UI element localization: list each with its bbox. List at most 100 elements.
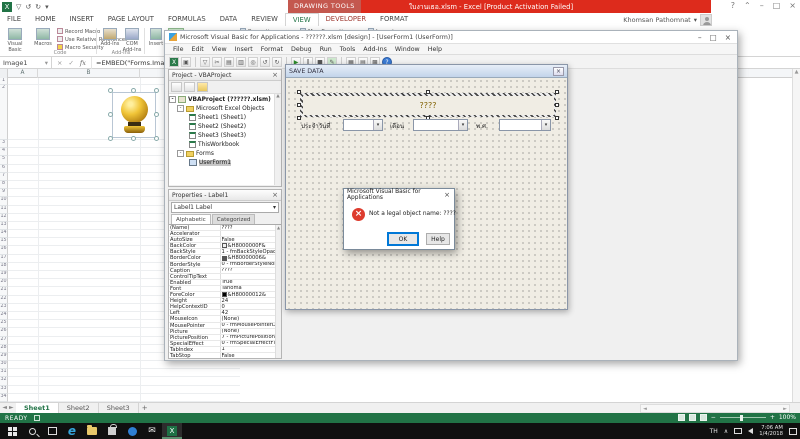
row-header[interactable]: 8: [0, 181, 8, 189]
grid-row[interactable]: [8, 386, 240, 394]
selection-handle[interactable]: [154, 136, 159, 141]
collapse-icon[interactable]: -: [169, 96, 176, 103]
row-header[interactable]: 1: [0, 78, 8, 85]
grid-row[interactable]: [8, 361, 240, 369]
tray-expand-icon[interactable]: ∧: [724, 428, 728, 435]
scroll-right-icon[interactable]: ►: [783, 405, 787, 412]
scroll-left-icon[interactable]: ◄: [643, 405, 647, 412]
find-icon[interactable]: ◎: [248, 57, 258, 67]
task-view-button[interactable]: [42, 423, 62, 439]
selection-handle[interactable]: [154, 88, 159, 93]
zoom-out-icon[interactable]: −: [711, 414, 716, 421]
row-header[interactable]: 21: [0, 287, 8, 295]
chevron-down-icon[interactable]: ▾: [541, 120, 550, 130]
speaker-icon[interactable]: [748, 428, 753, 434]
chevron-down-icon[interactable]: ▾: [373, 120, 382, 130]
selection-handle[interactable]: [555, 103, 559, 107]
tree-item-folder-forms[interactable]: - Forms: [169, 149, 281, 158]
dialog-titlebar[interactable]: Microsoft Visual Basic for Applications …: [344, 189, 454, 200]
vba-minimize-icon[interactable]: –: [698, 33, 702, 42]
combobox-year[interactable]: ▾: [499, 119, 551, 131]
combobox-month[interactable]: ▾: [413, 119, 468, 131]
horizontal-scrollbar[interactable]: ◄ ►: [640, 404, 790, 413]
ribbon-tab[interactable]: PAGE LAYOUT: [101, 13, 161, 26]
start-button[interactable]: [2, 423, 22, 439]
ribbon-tab[interactable]: INSERT: [63, 13, 101, 26]
row-header[interactable]: 16: [0, 246, 8, 254]
new-sheet-icon[interactable]: +: [139, 403, 151, 413]
row-header[interactable]: 12: [0, 214, 8, 222]
help-button[interactable]: Help: [426, 233, 450, 245]
label-date[interactable]: ประจำวันที่: [301, 121, 330, 131]
grid-row[interactable]: [8, 394, 240, 402]
namebox-dropdown-icon[interactable]: ▾: [45, 59, 48, 67]
row-header[interactable]: 24: [0, 312, 8, 320]
cancel-icon[interactable]: ×: [57, 59, 62, 67]
vba-menu-item[interactable]: Tools: [336, 46, 360, 53]
row-header[interactable]: 33: [0, 386, 8, 394]
close-icon[interactable]: ×: [444, 191, 451, 199]
ribbon-tab[interactable]: VIEW: [285, 13, 319, 26]
mail-button[interactable]: ✉: [142, 423, 162, 439]
selection-handle[interactable]: [108, 136, 113, 141]
row-header[interactable]: 22: [0, 296, 8, 304]
row-header[interactable]: 20: [0, 279, 8, 287]
network-icon[interactable]: [734, 428, 742, 434]
qat-customize-icon[interactable]: ▾: [45, 3, 49, 11]
row-header[interactable]: 25: [0, 320, 8, 328]
ribbon-tab[interactable]: HOME: [28, 13, 63, 26]
collapse-icon[interactable]: -: [177, 150, 184, 157]
page-break-view-icon[interactable]: [700, 414, 707, 421]
collapse-icon[interactable]: -: [177, 105, 184, 112]
label-year[interactable]: พ.ศ.: [476, 121, 488, 131]
vba-menu-item[interactable]: Window: [391, 46, 424, 53]
ribbon-tab[interactable]: DATA: [213, 13, 245, 26]
tree-item-userform[interactable]: UserForm1: [169, 158, 281, 167]
enter-icon[interactable]: ✓: [68, 59, 73, 67]
project-tree-scrollbar[interactable]: ▲: [274, 94, 281, 185]
row-header[interactable]: 5: [0, 156, 8, 164]
normal-view-icon[interactable]: [678, 414, 685, 421]
close-icon[interactable]: ×: [789, 1, 796, 10]
row-header[interactable]: 26: [0, 328, 8, 336]
row-header[interactable]: 14: [0, 230, 8, 238]
row-header[interactable]: 31: [0, 369, 8, 377]
selection-handle[interactable]: [297, 90, 301, 94]
zoom-level[interactable]: 100%: [779, 414, 796, 421]
object-selector[interactable]: Label1 Label ▾: [171, 202, 279, 213]
insert-button[interactable]: Insert: [146, 27, 166, 55]
vba-close-icon[interactable]: ×: [725, 33, 731, 42]
file-explorer-button[interactable]: [82, 423, 102, 439]
row-header[interactable]: 18: [0, 263, 8, 271]
tree-item-sheet[interactable]: Sheet2 (Sheet2): [169, 122, 281, 131]
ribbon-tab[interactable]: FORMAT: [373, 13, 415, 26]
combobox-day[interactable]: ▾: [343, 119, 383, 131]
vba-menu-item[interactable]: Insert: [231, 46, 257, 53]
close-icon[interactable]: ×: [272, 191, 278, 199]
row-header[interactable]: 4: [0, 148, 8, 156]
store-button[interactable]: [102, 423, 122, 439]
help-icon[interactable]: ?: [731, 1, 735, 10]
row-header[interactable]: 13: [0, 222, 8, 230]
row-header[interactable]: 27: [0, 337, 8, 345]
row-header[interactable]: 34: [0, 394, 8, 402]
view-code-icon[interactable]: [171, 82, 182, 92]
action-center-icon[interactable]: [789, 428, 797, 435]
tree-item-sheet[interactable]: ThisWorkbook: [169, 140, 281, 149]
selection-handle[interactable]: [555, 90, 559, 94]
restore-icon[interactable]: □: [773, 1, 781, 10]
column-header[interactable]: B: [38, 69, 140, 78]
row-header[interactable]: 7: [0, 173, 8, 181]
row-header[interactable]: 10: [0, 197, 8, 205]
grid-row[interactable]: [8, 377, 240, 385]
selection-handle[interactable]: [426, 90, 430, 94]
vba-menu-item[interactable]: Format: [257, 46, 287, 53]
zoom-in-icon[interactable]: +: [770, 414, 775, 421]
row-header[interactable]: 3: [0, 140, 8, 148]
tree-item-sheet[interactable]: Sheet3 (Sheet3): [169, 131, 281, 140]
toggle-folders-icon[interactable]: [197, 82, 208, 92]
zoom-slider[interactable]: [720, 417, 766, 418]
column-header[interactable]: A: [8, 69, 38, 78]
visual-basic-button[interactable]: Visual Basic: [2, 27, 28, 55]
vertical-scrollbar[interactable]: ▲: [792, 69, 800, 402]
